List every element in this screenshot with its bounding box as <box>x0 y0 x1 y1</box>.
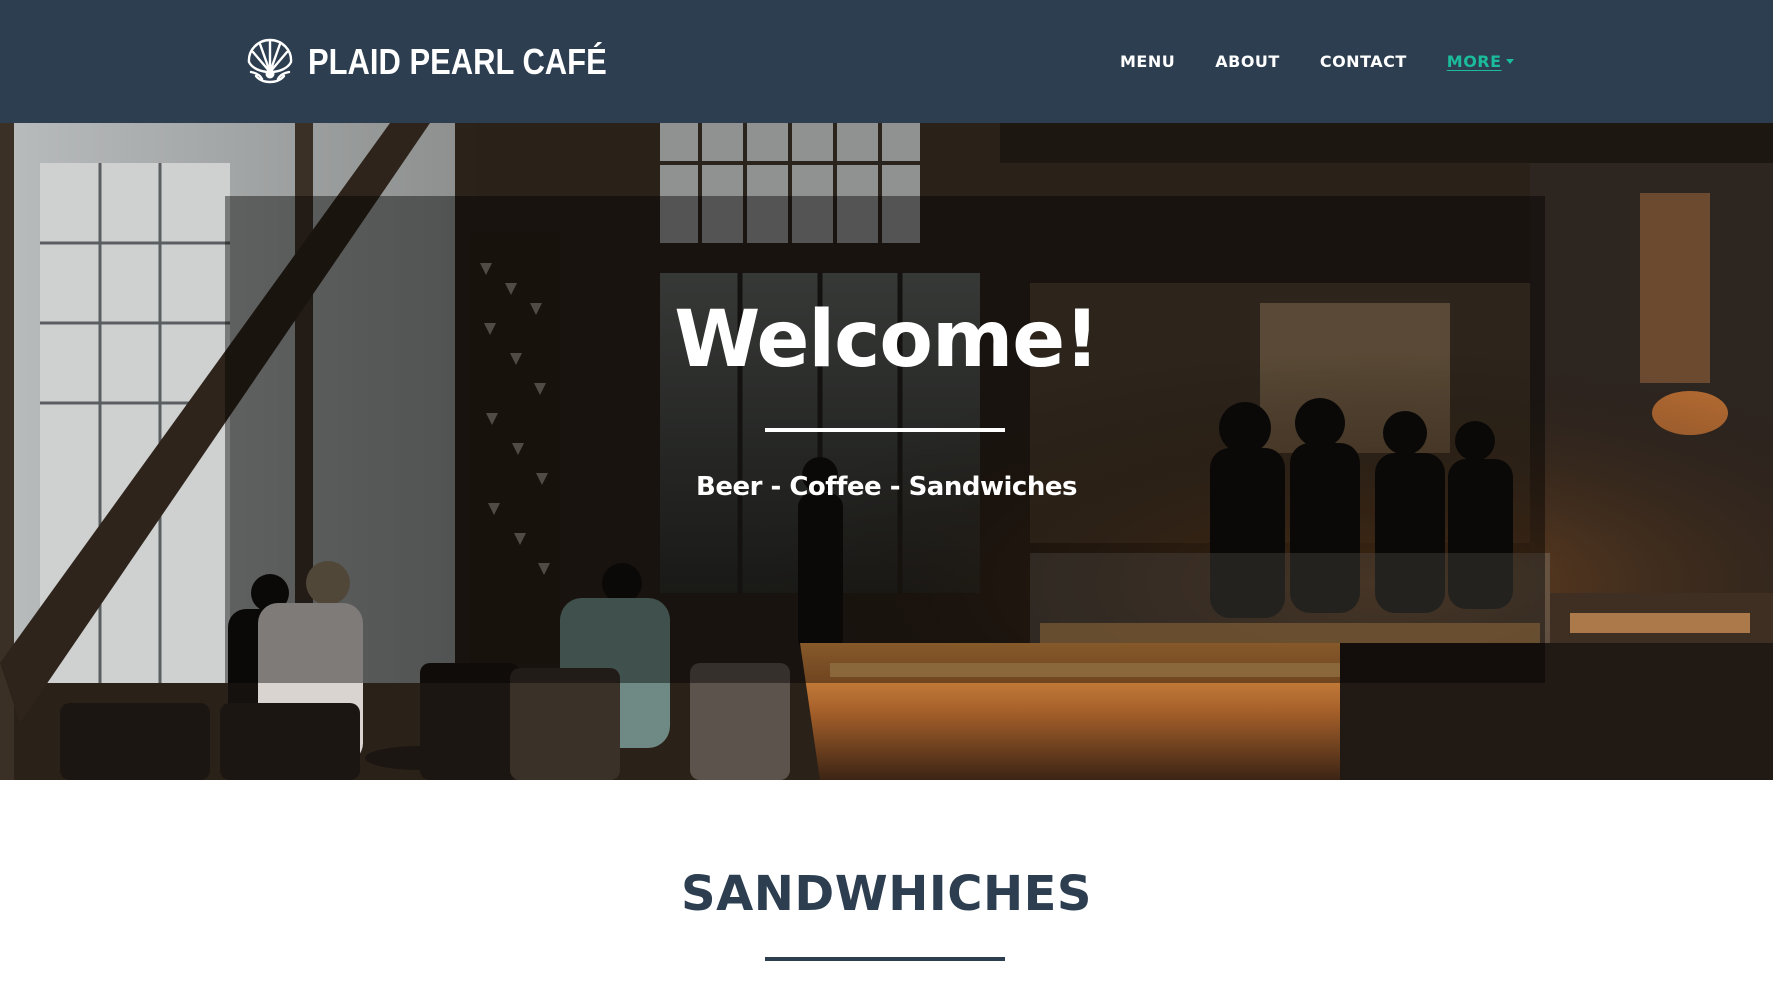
nav-link-more-dropdown[interactable]: MORE <box>1447 52 1514 71</box>
hero-banner: Welcome! Beer - Coffee - Sandwiches <box>0 123 1773 780</box>
section-divider <box>765 957 1005 961</box>
nav-link-more-label: MORE <box>1446 51 1502 71</box>
brand-name: PLAID PEARL CAFÉ <box>308 41 607 82</box>
section-title: SANDWHICHES <box>681 866 1092 922</box>
nav-link-contact[interactable]: CONTACT <box>1320 52 1407 71</box>
navbar: PLAID PEARL CAFÉ MENU ABOUT CONTACT MORE <box>0 0 1773 123</box>
hero-title: Welcome! <box>674 295 1099 385</box>
nav-links: MENU ABOUT CONTACT MORE <box>1120 48 1514 74</box>
hero-overlay <box>225 196 1545 683</box>
pearl-shell-icon <box>247 38 293 84</box>
hero-subtitle: Beer - Coffee - Sandwiches <box>696 472 1077 502</box>
nav-link-about[interactable]: ABOUT <box>1215 52 1280 71</box>
hero-divider <box>765 428 1005 432</box>
brand-link[interactable]: PLAID PEARL CAFÉ <box>240 32 655 92</box>
caret-down-icon <box>1505 58 1514 64</box>
nav-link-menu[interactable]: MENU <box>1120 52 1175 71</box>
